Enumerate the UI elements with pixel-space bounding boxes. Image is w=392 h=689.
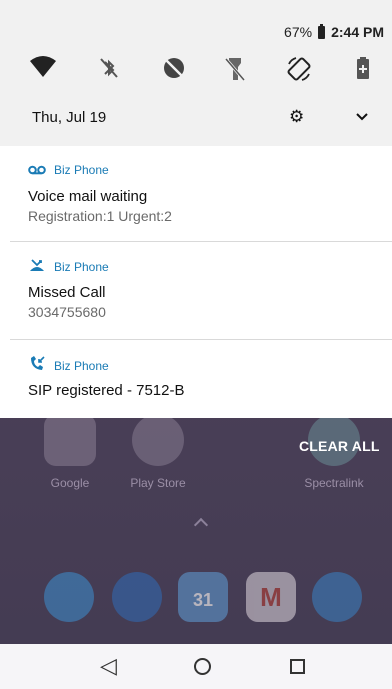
app-label: Spectralink <box>304 476 364 490</box>
google-folder-icon <box>44 414 96 466</box>
play-store-icon <box>132 414 184 466</box>
clock: 2:44 PM <box>331 24 384 40</box>
do-not-disturb-off-icon[interactable] <box>161 56 187 82</box>
notification-sip-registered[interactable]: Biz Phone SIP registered - 7512-B <box>10 340 392 418</box>
calendar-day: 31 <box>192 590 214 610</box>
back-icon[interactable]: ◁ <box>100 655 117 677</box>
dock-camera-icon[interactable] <box>312 572 362 622</box>
notification-title: SIP registered - 7512-B <box>28 382 185 399</box>
battery-icon <box>318 23 326 39</box>
notification-missed-call[interactable]: Biz Phone Missed Call 3034755680 <box>10 242 392 340</box>
dock-calendar-icon[interactable]: 31 <box>178 572 228 622</box>
date-label: Thu, Jul 19 <box>32 109 107 126</box>
dock-gmail-icon[interactable]: M <box>246 572 296 622</box>
dock-contacts-icon[interactable] <box>112 572 162 622</box>
notification-app-name: Biz Phone <box>54 259 109 274</box>
notification-header: Biz Phone <box>28 356 109 375</box>
notification-title: Voice mail waiting <box>28 188 148 205</box>
notification-app-name: Biz Phone <box>54 358 109 373</box>
battery-percent: 67% <box>284 24 313 40</box>
wifi-icon[interactable] <box>30 56 56 82</box>
navigation-bar: ◁ <box>0 644 392 689</box>
battery-saver-icon[interactable] <box>350 56 376 82</box>
notification-shade: 67% 2:44 PM Thu, Jul 19 ⚙ Biz Phone Voic… <box>0 0 392 418</box>
notification-voicemail[interactable]: Biz Phone Voice mail waiting Registratio… <box>10 146 392 242</box>
notification-title: Missed Call <box>28 284 106 301</box>
app-google[interactable]: Google <box>40 414 100 490</box>
voicemail-icon <box>28 162 46 178</box>
app-label: Play Store <box>130 476 186 490</box>
settings-gear-icon[interactable]: ⚙ <box>289 107 304 127</box>
home-icon[interactable] <box>194 658 211 675</box>
bluetooth-off-icon[interactable] <box>96 56 122 82</box>
notification-app-name: Biz Phone <box>54 163 109 177</box>
app-label: Google <box>50 476 90 490</box>
notification-header: Biz Phone <box>28 258 109 275</box>
notification-header: Biz Phone <box>28 162 109 178</box>
clear-all-button[interactable]: CLEAR ALL <box>299 438 380 454</box>
notification-text: 3034755680 <box>28 304 106 320</box>
app-drawer-chevron-icon[interactable] <box>193 517 209 533</box>
expand-chevron-icon[interactable] <box>356 108 368 124</box>
gmail-glyph: M <box>260 582 282 612</box>
recents-icon[interactable] <box>290 659 305 674</box>
notification-text: Registration:1 Urgent:2 <box>28 208 172 224</box>
missed-call-icon <box>28 258 46 275</box>
auto-rotate-icon[interactable] <box>286 56 312 82</box>
call-received-icon <box>28 356 46 375</box>
quick-settings-panel: 67% 2:44 PM Thu, Jul 19 ⚙ <box>0 0 392 146</box>
app-play-store[interactable]: Play Store <box>128 414 188 490</box>
status-bar: 67% 2:44 PM <box>284 23 384 40</box>
dock-phone-icon[interactable] <box>44 572 94 622</box>
flashlight-off-icon[interactable] <box>222 56 248 82</box>
